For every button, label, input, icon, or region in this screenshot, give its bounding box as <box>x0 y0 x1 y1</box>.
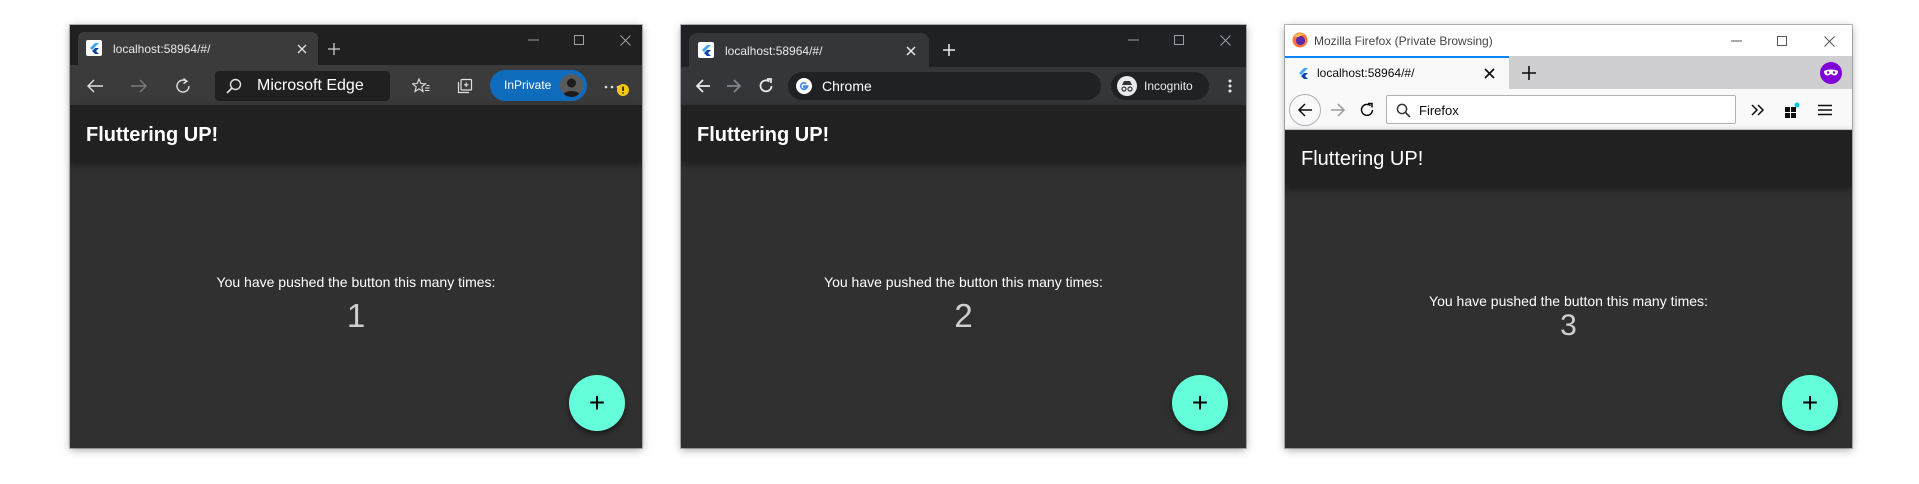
warning-badge-icon <box>617 84 629 96</box>
incognito-icon <box>1117 76 1137 96</box>
collections-icon[interactable] <box>454 75 476 97</box>
firefox-app-bar: Fluttering UP! <box>1285 130 1852 186</box>
plus-icon: + <box>1191 387 1209 418</box>
private-browsing-icon <box>1820 62 1842 84</box>
flutter-logo-icon <box>86 40 102 56</box>
forward-icon[interactable] <box>724 76 744 96</box>
maximize-icon[interactable] <box>1767 30 1797 52</box>
overflow-chevron-icon[interactable] <box>1748 100 1768 120</box>
edge-counter-label: You have pushed the button this many tim… <box>216 274 496 290</box>
plus-icon: + <box>588 387 606 418</box>
chrome-counter-label: You have pushed the button this many tim… <box>824 274 1103 290</box>
firefox-logo-icon <box>1292 32 1308 48</box>
firefox-address-text: Firefox <box>1419 103 1459 118</box>
firefox-url-bar[interactable]: Firefox <box>1386 95 1736 124</box>
plus-icon: + <box>1801 387 1819 418</box>
edge-counter-value: 1 <box>346 297 366 334</box>
chrome-tab[interactable]: localhost:58964/#/ <box>689 33 929 67</box>
forward-icon[interactable] <box>1328 100 1348 120</box>
close-window-icon[interactable] <box>1814 30 1844 52</box>
favorites-icon[interactable] <box>410 75 432 97</box>
increment-fab-button[interactable]: + <box>569 375 625 431</box>
back-icon[interactable] <box>84 75 106 97</box>
search-icon <box>1394 101 1412 119</box>
new-tab-icon[interactable] <box>1519 63 1539 83</box>
edge-tab[interactable]: localhost:58964/#/ <box>78 32 318 65</box>
avatar <box>560 74 583 97</box>
firefox-app-title: Fluttering UP! <box>1301 148 1424 170</box>
firefox-counter-value: 3 <box>1560 309 1577 342</box>
chrome-window: localhost:58964/#/ Chrome Incognito Flut… <box>681 25 1246 448</box>
increment-fab-button[interactable]: + <box>1172 375 1228 431</box>
firefox-window-title: Mozilla Firefox (Private Browsing) <box>1314 34 1493 48</box>
flutter-logo-icon <box>1296 66 1310 80</box>
chrome-counter-value: 2 <box>954 297 973 334</box>
chrome-app-title: Fluttering UP! <box>697 124 830 146</box>
flutter-logo-icon <box>698 42 714 58</box>
chrome-omnibox[interactable]: Chrome <box>788 72 1101 100</box>
firefox-title-bar: Mozilla Firefox (Private Browsing) <box>1285 25 1852 56</box>
edge-app-bar: Fluttering UP! <box>70 105 642 161</box>
more-icon[interactable] <box>1220 76 1240 96</box>
edge-address-text: Microsoft Edge <box>257 77 364 94</box>
chrome-tab-title: localhost:58964/#/ <box>725 44 823 58</box>
increment-fab-button[interactable]: + <box>1782 375 1838 431</box>
inprivate-button[interactable]: InPrivate <box>490 70 587 101</box>
back-icon[interactable] <box>693 76 713 96</box>
close-window-icon[interactable] <box>610 29 640 51</box>
inprivate-label: InPrivate <box>504 78 552 92</box>
minimize-icon[interactable] <box>518 29 548 51</box>
firefox-tab[interactable]: localhost:58964/#/ <box>1285 56 1509 89</box>
google-logo-icon <box>796 78 812 94</box>
firefox-tab-title: localhost:58964/#/ <box>1317 66 1415 80</box>
chrome-app-bar: Fluttering UP! <box>681 105 1246 161</box>
incognito-label: Incognito <box>1144 79 1193 93</box>
chrome-address-text: Chrome <box>822 78 872 94</box>
extensions-icon[interactable] <box>1782 100 1802 120</box>
edge-tab-title: localhost:58964/#/ <box>113 42 211 56</box>
incognito-indicator[interactable]: Incognito <box>1111 72 1209 100</box>
edge-address-bar[interactable]: Microsoft Edge <box>215 71 390 101</box>
refresh-icon[interactable] <box>756 76 776 96</box>
forward-icon[interactable] <box>128 75 150 97</box>
new-tab-icon[interactable] <box>324 39 344 59</box>
new-tab-icon[interactable] <box>939 40 959 60</box>
firefox-counter-label: You have pushed the button this many tim… <box>1429 293 1708 309</box>
maximize-icon[interactable] <box>1164 29 1194 51</box>
edge-window: localhost:58964/#/ Microsoft Edge InPriv… <box>70 25 642 448</box>
edge-app-title: Fluttering UP! <box>86 124 219 146</box>
close-tab-icon[interactable] <box>903 43 919 59</box>
menu-icon[interactable] <box>1815 100 1835 120</box>
minimize-icon[interactable] <box>1721 30 1751 52</box>
search-icon <box>225 77 243 95</box>
firefox-window: Mozilla Firefox (Private Browsing) local… <box>1285 25 1852 448</box>
close-tab-icon[interactable] <box>1481 65 1497 81</box>
close-tab-icon[interactable] <box>294 41 310 57</box>
minimize-icon[interactable] <box>1118 29 1148 51</box>
refresh-icon[interactable] <box>172 75 194 97</box>
maximize-icon[interactable] <box>564 29 594 51</box>
refresh-icon[interactable] <box>1357 100 1377 120</box>
close-window-icon[interactable] <box>1210 29 1240 51</box>
back-icon[interactable] <box>1289 94 1321 126</box>
